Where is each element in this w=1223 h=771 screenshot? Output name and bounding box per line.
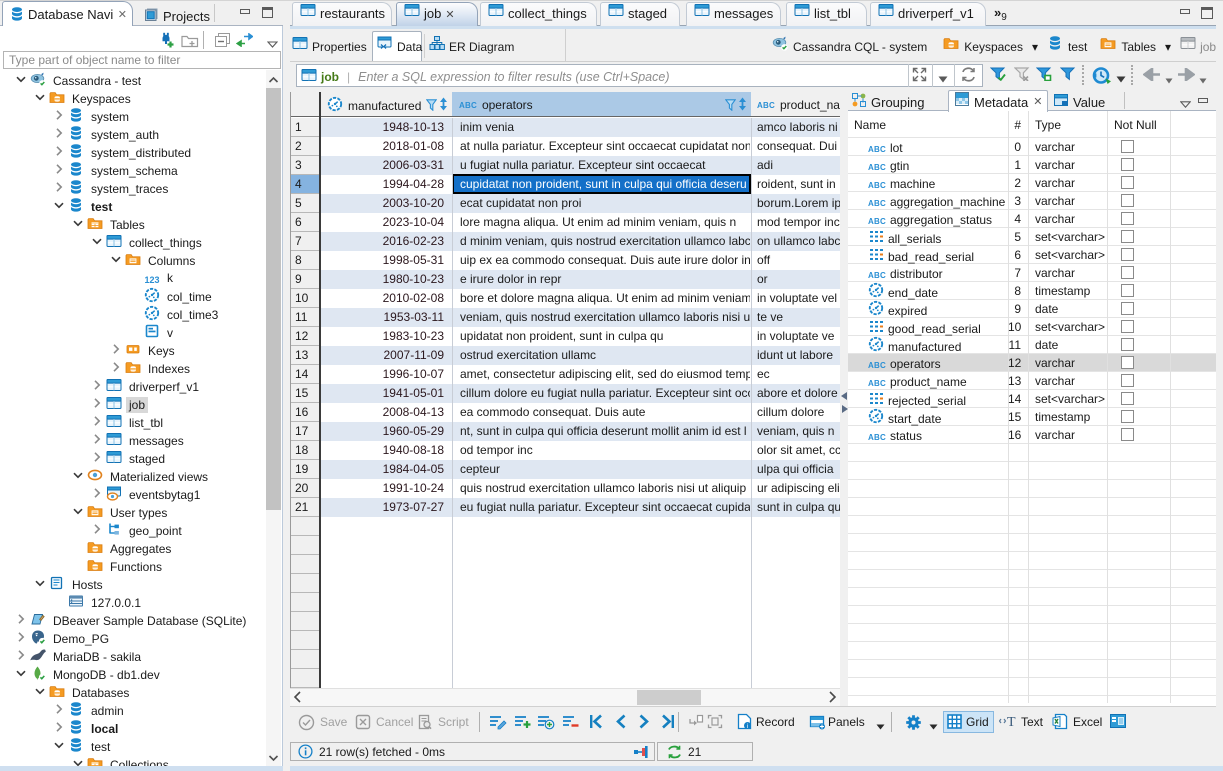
svg-text:T: T — [1007, 715, 1016, 728]
svg-text:i: i — [747, 723, 748, 730]
